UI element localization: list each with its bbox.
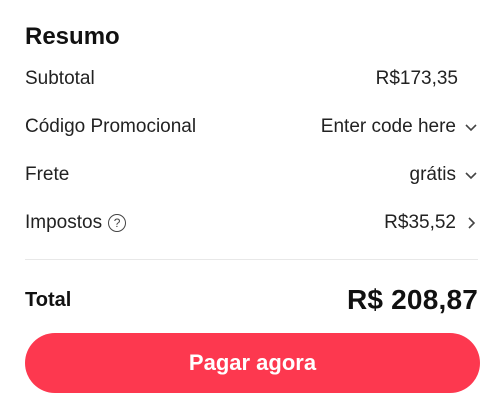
shipping-row[interactable]: Frete grátis xyxy=(25,160,478,190)
shipping-dropdown[interactable]: grátis xyxy=(410,164,478,186)
subtotal-value: R$173,35 xyxy=(375,68,458,89)
total-value: R$ 208,87 xyxy=(346,284,478,315)
taxes-label: Impostos xyxy=(25,212,103,233)
taxes-value: R$35,52 xyxy=(384,212,456,233)
promo-code-placeholder: Enter code here xyxy=(320,116,456,137)
shipping-value: grátis xyxy=(409,164,456,185)
taxes-label-group: Impostos ? xyxy=(25,212,127,234)
total-row: Total R$ 208,87 xyxy=(25,280,478,320)
total-label: Total xyxy=(25,288,72,311)
promo-code-dropdown[interactable]: Enter code here xyxy=(321,116,478,138)
pay-now-button[interactable]: Pagar agora xyxy=(25,333,480,393)
chevron-down-icon xyxy=(464,168,478,182)
taxes-row[interactable]: Impostos ? R$35,52 xyxy=(25,208,478,238)
shipping-label: Frete xyxy=(25,164,70,185)
summary-title: Resumo xyxy=(25,23,120,50)
promo-code-row[interactable]: Código Promocional Enter code here xyxy=(25,112,478,142)
subtotal-label: Subtotal xyxy=(25,68,95,89)
chevron-right-icon xyxy=(464,216,478,230)
taxes-expand[interactable]: R$35,52 xyxy=(384,212,478,234)
help-circle-icon[interactable]: ? xyxy=(108,214,127,232)
chevron-down-icon xyxy=(464,120,478,134)
order-summary: Resumo Subtotal R$173,35 Código Promocio… xyxy=(0,0,500,407)
divider xyxy=(25,259,478,260)
promo-code-label: Código Promocional xyxy=(25,116,197,137)
subtotal-row: Subtotal R$173,35 xyxy=(25,64,478,94)
